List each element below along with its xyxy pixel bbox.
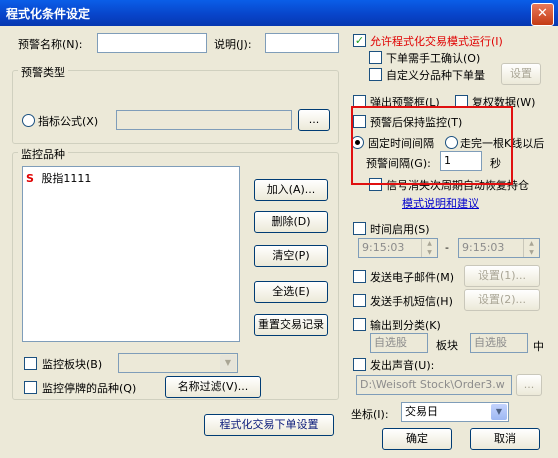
monitor-list[interactable]: S 股指1111 xyxy=(22,166,240,342)
fixed-interval-radio[interactable] xyxy=(351,136,364,149)
chevron-down-icon: ▼ xyxy=(491,404,507,420)
mode-help-link[interactable]: 模式说明和建议 xyxy=(402,195,479,211)
send-sms-label: 发送手机短信(H) xyxy=(370,295,453,308)
send-email-checkbox[interactable] xyxy=(353,270,366,283)
output-category-label: 输出到分类(K) xyxy=(370,319,441,332)
manual-confirm-label: 下单需手工确认(O) xyxy=(386,52,481,65)
time-start-value: 9:15:03 xyxy=(362,241,405,254)
seconds-unit: 秒 xyxy=(490,157,501,170)
dialog-window: 程式化条件设定 ✕ 预警名称(N): 说明(J): 预警类型 指标公式(X) .… xyxy=(0,0,558,458)
fixed-interval-label: 固定时间间隔 xyxy=(368,137,434,150)
window-title: 程式化条件设定 xyxy=(6,7,91,21)
sound-browse-button[interactable]: ... xyxy=(516,374,542,396)
monitor-sector-checkbox[interactable] xyxy=(24,357,37,370)
name-filter-button[interactable]: 名称过滤(V)... xyxy=(165,376,261,398)
sound-path-input[interactable]: D:\Weisoft Stock\Order3.w xyxy=(356,375,512,395)
monitor-sector-label: 监控板块(B) xyxy=(42,358,103,371)
output-category-checkbox[interactable] xyxy=(353,318,366,331)
custom-qty-settings-button[interactable]: 设置 xyxy=(501,63,541,85)
sector-label: 板块 xyxy=(436,339,458,352)
allow-trading-checkbox[interactable]: ✓ xyxy=(353,34,366,47)
delete-button[interactable]: 删除(D) xyxy=(254,211,328,233)
close-button[interactable]: ✕ xyxy=(531,3,554,26)
chevron-down-icon: ▼ xyxy=(220,355,236,371)
replay-data-label: 复权数据(W) xyxy=(472,96,536,109)
time-start-spinner[interactable]: ▲ ▼ xyxy=(421,239,437,257)
spin-up-icon: ▲ xyxy=(427,240,432,247)
time-end-value: 9:15:03 xyxy=(462,241,505,254)
send-sms-checkbox[interactable] xyxy=(353,294,366,307)
axis-label: 坐标(I): xyxy=(351,408,389,421)
spin-up-icon: ▲ xyxy=(529,240,534,247)
sector-suffix: 中 xyxy=(533,340,544,353)
reset-trade-button[interactable]: 重置交易记录 xyxy=(254,314,328,336)
time-enable-label: 时间启用(S) xyxy=(370,223,430,236)
play-sound-checkbox[interactable] xyxy=(353,358,366,371)
alert-type-group-title: 预警类型 xyxy=(18,64,68,80)
list-item-name: 股指1111 xyxy=(41,172,92,185)
select-all-button[interactable]: 全选(E) xyxy=(254,281,328,303)
alert-interval-input[interactable]: 1 xyxy=(440,151,482,171)
replay-data-checkbox[interactable] xyxy=(455,95,468,108)
signal-vanish-checkbox[interactable] xyxy=(369,178,382,191)
alert-name-input[interactable] xyxy=(97,33,207,53)
title-bar: 程式化条件设定 ✕ xyxy=(0,0,558,26)
add-button[interactable]: 加入(A)... xyxy=(254,179,328,201)
desc-label: 说明(J): xyxy=(214,38,252,51)
keep-monitoring-label: 预警后保持监控(T) xyxy=(370,116,463,129)
play-sound-label: 发出声音(U): xyxy=(370,359,435,372)
spin-down-icon: ▼ xyxy=(427,249,432,256)
indicator-formula-radio[interactable] xyxy=(22,114,35,127)
custom-qty-label: 自定义分品种下单量 xyxy=(386,69,485,82)
cancel-button[interactable]: 取消 xyxy=(470,428,540,450)
monitor-sector-select[interactable]: ▼ xyxy=(118,353,238,373)
sector-input[interactable]: 自选股 xyxy=(470,333,528,353)
monitor-group-title: 监控品种 xyxy=(18,146,68,162)
category-input[interactable]: 自选股 xyxy=(370,333,428,353)
time-enable-checkbox[interactable] xyxy=(353,222,366,235)
spin-down-icon: ▼ xyxy=(529,249,534,256)
list-item[interactable]: S 股指1111 xyxy=(26,170,91,186)
allow-trading-label: 允许程式化交易模式运行(I) xyxy=(370,35,503,48)
sms-settings-button[interactable]: 设置(2)... xyxy=(464,289,540,311)
alert-interval-label: 预警间隔(G): xyxy=(366,157,431,170)
formula-input[interactable] xyxy=(116,110,292,130)
manual-confirm-checkbox[interactable] xyxy=(369,51,382,64)
time-end-input[interactable]: 9:15:03 ▲ ▼ xyxy=(458,238,540,258)
axis-select[interactable]: 交易日 ▼ xyxy=(401,402,509,422)
keep-monitoring-checkbox[interactable] xyxy=(353,115,366,128)
monitor-suspended-checkbox[interactable] xyxy=(24,381,37,394)
trade-settings-button[interactable]: 程式化交易下单设置 xyxy=(204,414,334,436)
list-item-mark: S xyxy=(26,172,34,185)
bar-end-radio[interactable] xyxy=(445,136,458,149)
custom-qty-checkbox[interactable] xyxy=(369,68,382,81)
clear-button[interactable]: 清空(P) xyxy=(254,245,328,267)
popup-alert-label: 弹出预警框(L) xyxy=(370,96,440,109)
monitor-suspended-label: 监控停牌的品种(Q) xyxy=(42,382,137,395)
send-email-label: 发送电子邮件(M) xyxy=(370,271,455,284)
time-start-input[interactable]: 9:15:03 ▲ ▼ xyxy=(358,238,438,258)
alert-name-label: 预警名称(N): xyxy=(18,38,83,51)
indicator-formula-label: 指标公式(X) xyxy=(38,115,99,128)
formula-browse-button[interactable]: ... xyxy=(298,109,330,131)
bar-end-label: 走完一根K线以后 xyxy=(460,137,545,150)
popup-alert-checkbox[interactable] xyxy=(353,95,366,108)
alert-type-group xyxy=(12,70,339,144)
time-separator: - xyxy=(445,241,449,254)
signal-vanish-label: 信号消失次周期自动恢复持仓 xyxy=(386,179,529,192)
email-settings-button[interactable]: 设置(1)... xyxy=(464,265,540,287)
desc-input[interactable] xyxy=(265,33,339,53)
time-end-spinner[interactable]: ▲ ▼ xyxy=(523,239,539,257)
ok-button[interactable]: 确定 xyxy=(382,428,452,450)
axis-value: 交易日 xyxy=(405,405,438,418)
